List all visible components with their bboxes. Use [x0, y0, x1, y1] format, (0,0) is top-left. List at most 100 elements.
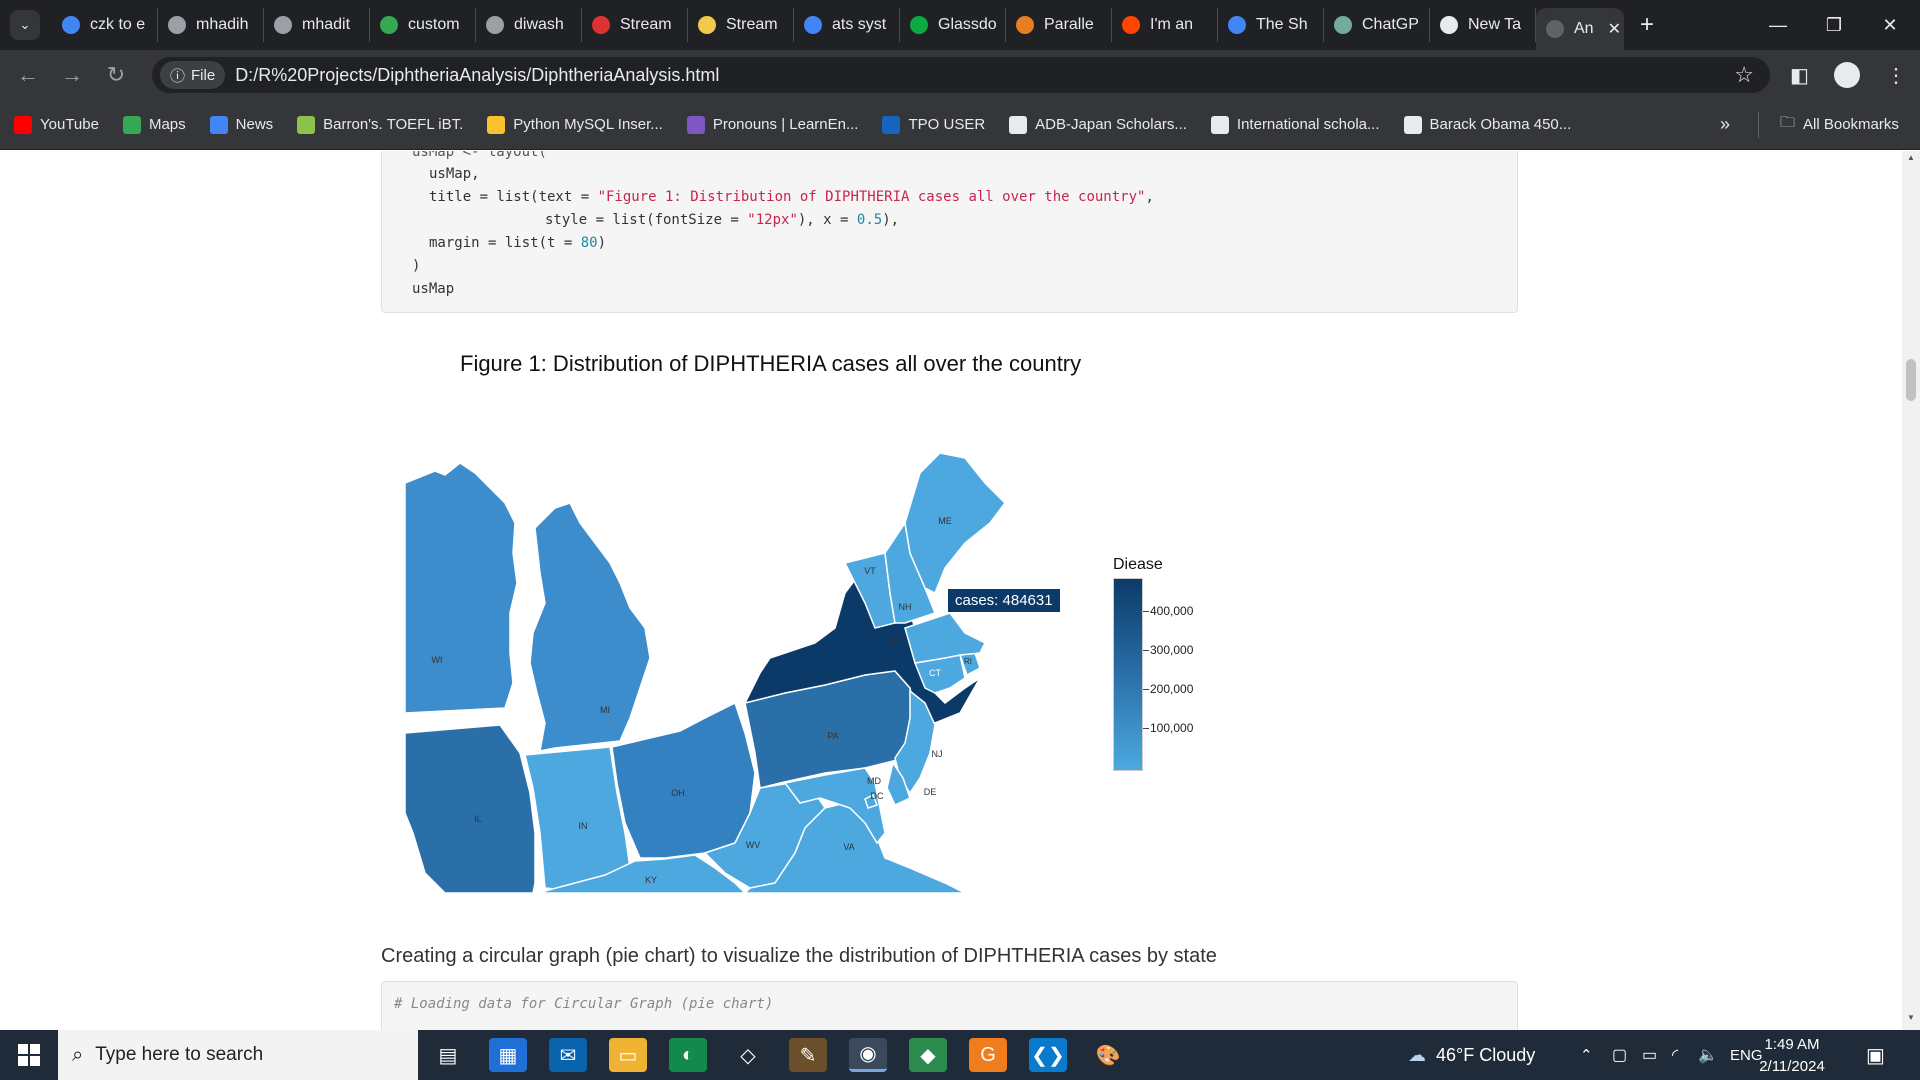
tab-search-button[interactable]: ⌄	[10, 10, 40, 40]
tab[interactable]: Glassdo	[900, 8, 1006, 42]
bookmark-favicon-icon	[1009, 115, 1028, 134]
bookmark-item[interactable]: Pronouns | LearnEn...	[686, 115, 858, 134]
wifi-icon[interactable]: ◜	[1672, 1030, 1678, 1080]
colorbar-tick-label: 100,000	[1150, 721, 1194, 735]
tab[interactable]: mhadit	[264, 8, 370, 42]
toolbar: ← → ↻ ⓘ File D:/R%20Projects/DiphtheriaA…	[0, 50, 1920, 100]
side-panel-icon[interactable]: ◧	[1790, 50, 1809, 100]
battery-icon[interactable]: ▭	[1642, 1030, 1657, 1080]
site-info-label: File	[191, 66, 216, 84]
tab-favicon-icon	[62, 16, 80, 34]
tab[interactable]: custom	[370, 8, 476, 42]
scroll-down-icon[interactable]: ▼	[1902, 1013, 1920, 1027]
tab[interactable]: diwash	[476, 8, 582, 42]
tab[interactable]: I'm an	[1112, 8, 1218, 42]
scroll-up-icon[interactable]: ▲	[1902, 153, 1920, 167]
profile-avatar[interactable]	[1834, 50, 1860, 100]
bookmark-item[interactable]: Python MySQL Inser...	[487, 115, 663, 134]
tab-favicon-icon	[804, 16, 822, 34]
windows-taskbar: ⌕ Type here to search ▤ ▦ ✉ ▭ ◐ ◇ ✎ ◉ ◆ …	[0, 1030, 1920, 1080]
state-WI[interactable]	[405, 462, 518, 714]
page-content: usMap <- layout( usMap, title = list(tex…	[0, 151, 1920, 1030]
store-icon[interactable]: ▦	[489, 1038, 527, 1072]
colorbar-tick-label: 200,000	[1150, 682, 1194, 696]
bookmark-item[interactable]: International schola...	[1210, 115, 1380, 134]
tab[interactable]: czk to e	[52, 8, 158, 42]
tab-favicon-icon	[698, 16, 716, 34]
weather-widget[interactable]: ☁ 46°F Cloudy	[1408, 1030, 1535, 1080]
tab-favicon-icon	[1440, 16, 1458, 34]
state-label: VA	[843, 842, 854, 852]
tab-favicon-icon	[274, 16, 292, 34]
tab[interactable]: The Sh	[1218, 8, 1324, 42]
grammar-app-icon[interactable]: G	[969, 1038, 1007, 1072]
figure-title: Figure 1: Distribution of DIPHTHERIA cas…	[460, 351, 1082, 376]
bookmark-item[interactable]: TPO USER	[882, 115, 985, 134]
tab-favicon-icon	[380, 16, 398, 34]
chrome-icon[interactable]: ◉	[849, 1038, 887, 1072]
more-bookmarks-icon[interactable]: »	[1720, 114, 1730, 135]
state-label: DC	[871, 791, 884, 801]
state-IL[interactable]	[405, 724, 536, 893]
bookmark-star-icon[interactable]: ☆	[1734, 62, 1754, 88]
notifications-icon[interactable]: ▣	[1866, 1030, 1885, 1080]
mail-icon[interactable]: ✉	[549, 1038, 587, 1072]
volume-icon[interactable]: 🔈	[1698, 1030, 1718, 1080]
tab-label: The Sh	[1256, 16, 1308, 33]
vscode-icon[interactable]: ❮❯	[1029, 1038, 1067, 1072]
close-window-button[interactable]: ✕	[1862, 0, 1918, 50]
git-icon[interactable]: ◆	[909, 1038, 947, 1072]
state-label: PA	[827, 731, 838, 741]
back-button[interactable]: ←	[6, 62, 50, 88]
state-label: DE	[924, 787, 937, 797]
bookmark-item[interactable]: YouTube	[14, 115, 99, 134]
minimize-button[interactable]: —	[1750, 0, 1806, 50]
edge-icon[interactable]: ◐	[669, 1038, 707, 1072]
restore-button[interactable]: ❐	[1806, 0, 1862, 50]
taskbar-search[interactable]: ⌕ Type here to search	[58, 1030, 418, 1080]
state-label: NJ	[932, 749, 943, 759]
close-tab-icon[interactable]: ✕	[1608, 19, 1621, 39]
bookmark-label: Maps	[148, 116, 186, 133]
forward-button[interactable]: →	[50, 62, 94, 88]
url-text[interactable]: D:/R%20Projects/DiphtheriaAnalysis/Dipht…	[235, 65, 719, 86]
new-tab-button[interactable]: +	[1640, 11, 1654, 39]
bookmark-item[interactable]: Barack Obama 450...	[1403, 115, 1571, 134]
python-idle-icon[interactable]: ✎	[789, 1038, 827, 1072]
tab[interactable]: Paralle	[1006, 8, 1112, 42]
tab[interactable]: ChatGP	[1324, 8, 1430, 42]
paint-icon[interactable]: 🎨	[1089, 1038, 1127, 1072]
tab-label: New Ta	[1468, 16, 1522, 33]
tab-active[interactable]: An ✕	[1536, 8, 1624, 50]
meet-now-icon[interactable]: ▢	[1612, 1030, 1627, 1080]
tab-label: czk to e	[90, 16, 146, 33]
file-explorer-icon[interactable]: ▭	[609, 1038, 647, 1072]
bookmark-item[interactable]: Maps	[122, 115, 186, 134]
colorbar-tick-label: 400,000	[1150, 604, 1194, 618]
site-info-chip[interactable]: ⓘ File	[160, 61, 226, 89]
bookmark-item[interactable]: News	[209, 115, 273, 134]
tab[interactable]: Stream	[582, 8, 688, 42]
tab-favicon-icon	[1016, 16, 1034, 34]
start-button[interactable]	[0, 1030, 58, 1080]
address-bar[interactable]: ⓘ File D:/R%20Projects/DiphtheriaAnalysi…	[152, 57, 1770, 93]
page-favicon-icon	[1546, 20, 1564, 38]
tab[interactable]: New Ta	[1430, 8, 1536, 42]
tray-chevron-icon[interactable]: ⌃	[1580, 1030, 1593, 1080]
scroll-thumb[interactable]	[1906, 359, 1916, 401]
tab[interactable]: ats syst	[794, 8, 900, 42]
kebab-menu-icon[interactable]: ⋮	[1886, 50, 1906, 100]
page-scrollbar[interactable]: ▲ ▼	[1902, 151, 1920, 1030]
all-bookmarks-folder[interactable]: 🗀 All Bookmarks	[1780, 112, 1899, 137]
bookmark-divider	[1758, 112, 1759, 138]
clock[interactable]: 1:49 AM 2/11/2024	[1752, 1034, 1832, 1078]
task-view-icon[interactable]: ▤	[429, 1038, 467, 1072]
choropleth-map[interactable]: ME VT NH NY CT RI WI MI PA NJ OH MD DE D…	[405, 413, 1085, 893]
reload-button[interactable]: ↻	[94, 62, 138, 88]
bookmark-item[interactable]: Barron's. TOEFL iBT.	[297, 115, 463, 134]
tab[interactable]: Stream	[688, 8, 794, 42]
tab[interactable]: mhadih	[158, 8, 264, 42]
bookmark-item[interactable]: ADB-Japan Scholars...	[1009, 115, 1187, 134]
bookmark-list: YouTube Maps News Barron's. TOEFL iBT. Pytho…	[0, 115, 1581, 134]
virtualbox-icon[interactable]: ◇	[729, 1038, 767, 1072]
